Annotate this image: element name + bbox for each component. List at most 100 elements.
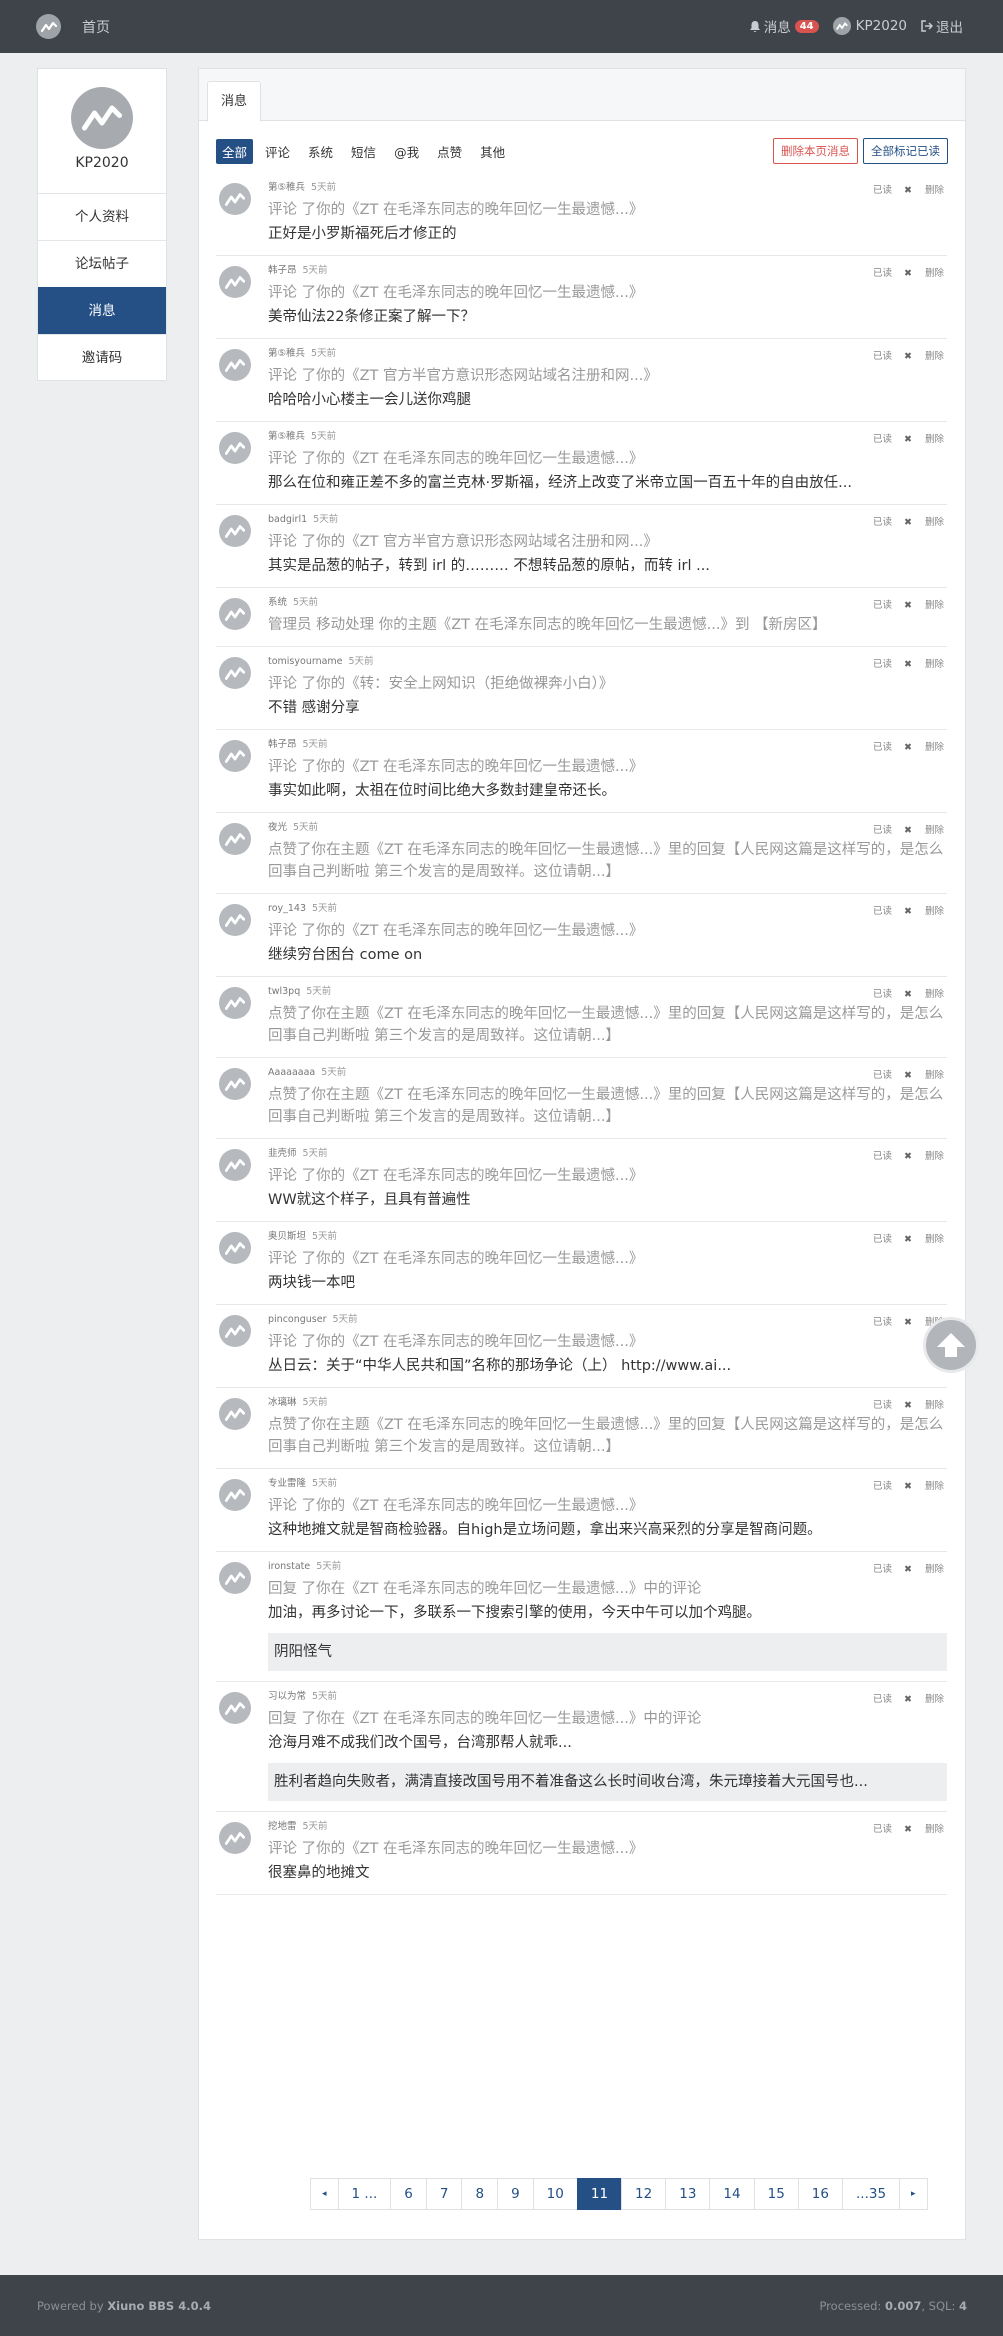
message-subject[interactable]: 回复 了你在《ZT 在毛泽东同志的晚年回忆一生最遗憾...》中的评论 xyxy=(268,1708,947,1730)
message-avatar[interactable] xyxy=(219,515,251,547)
message-subject[interactable]: 点赞了你在主题《ZT 在毛泽东同志的晚年回忆一生最遗憾...》里的回复【人民网这… xyxy=(268,839,947,883)
message-username[interactable]: 韩子昂 xyxy=(268,739,297,750)
page-link[interactable]: 10 xyxy=(532,2178,578,2210)
mark-read-button[interactable]: 已读 xyxy=(873,185,892,196)
message-subject[interactable]: 点赞了你在主题《ZT 在毛泽东同志的晚年回忆一生最遗憾...》里的回复【人民网这… xyxy=(268,1003,947,1047)
message-row[interactable]: twl3pq 5天前 已读 ✖ 删除 点赞了你在主题《ZT 在毛泽东同志的晚年回忆一生最遗… xyxy=(216,977,947,1058)
mark-read-button[interactable]: 已读 xyxy=(873,989,892,1000)
message-username[interactable]: 夜光 xyxy=(268,822,287,833)
page-link[interactable]: 1 ... xyxy=(337,2178,392,2210)
message-username[interactable]: Aaaaaaaa xyxy=(268,1067,315,1078)
page-link[interactable]: 15 xyxy=(753,2178,799,2210)
message-row[interactable]: 系统 5天前 已读 ✖ 删除 管理员 移动处理 你的主题《ZT 在毛泽东同志的晚年回忆一生… xyxy=(216,588,947,647)
mark-read-button[interactable]: 已读 xyxy=(873,1564,892,1575)
mark-read-button[interactable]: 已读 xyxy=(873,268,892,279)
message-row[interactable]: pinconguser5天前已读✖删除评论 了你的《ZT 在毛泽东同志的晚年回忆… xyxy=(216,1305,947,1388)
delete-message-button[interactable]: ✖ 删除 xyxy=(904,742,944,753)
mark-read-button[interactable]: 已读 xyxy=(873,825,892,836)
mark-read-button[interactable]: 已读 xyxy=(873,351,892,362)
message-username[interactable]: 第⑤稚兵 xyxy=(268,348,305,359)
page-link[interactable]: 12 xyxy=(621,2178,667,2210)
message-subject[interactable]: 评论 了你的《ZT 官方半官方意识形态网站域名注册和网...》 xyxy=(268,365,947,387)
page-link[interactable]: 6 xyxy=(390,2178,427,2210)
message-subject[interactable]: 评论 了你的《ZT 在毛泽东同志的晚年回忆一生最遗憾...》 xyxy=(268,920,947,942)
page-link[interactable]: 14 xyxy=(709,2178,755,2210)
message-username[interactable]: 奥贝斯坦 xyxy=(268,1231,306,1242)
message-row[interactable]: Aaaaaaaa 5天前 已读 ✖ 删除 点赞了你在主题《ZT 在毛泽东同志的晚年回忆一生… xyxy=(216,1058,947,1139)
mark-read-button[interactable]: 已读 xyxy=(873,1400,892,1411)
message-row[interactable]: 夜光 5天前 已读 ✖ 删除 点赞了你在主题《ZT 在毛泽东同志的晚年回忆一生最遗憾...… xyxy=(216,813,947,894)
mark-read-button[interactable]: 已读 xyxy=(873,1481,892,1492)
delete-message-button[interactable]: ✖ 删除 xyxy=(904,825,944,836)
message-subject[interactable]: 评论 了你的《ZT 官方半官方意识形态网站域名注册和网...》 xyxy=(268,531,947,553)
message-row[interactable]: 第⑤稚兵 5天前 已读 ✖ 删除 评论 了你的《ZT 官方半官方意识形态网站域名注册和网.… xyxy=(216,339,947,422)
next-page-icon[interactable]: ▸ xyxy=(899,2178,928,2210)
message-username[interactable]: 挖地雷 xyxy=(268,1821,297,1832)
message-row[interactable]: 奥贝斯坦 5天前 已读 ✖ 删除 评论 了你的《ZT 在毛泽东同志的晚年回忆一生最遗憾..… xyxy=(216,1222,947,1305)
delete-message-button[interactable]: ✖ 删除 xyxy=(904,185,944,196)
message-subject[interactable]: 评论 了你的《ZT 在毛泽东同志的晚年回忆一生最遗憾...》 xyxy=(268,1248,947,1270)
message-subject[interactable]: 点赞了你在主题《ZT 在毛泽东同志的晚年回忆一生最遗憾...》里的回复【人民网这… xyxy=(268,1084,947,1128)
page-link[interactable]: 11 xyxy=(576,2178,623,2210)
delete-message-button[interactable]: ✖ 删除 xyxy=(904,517,944,528)
mark-read-button[interactable]: 已读 xyxy=(873,742,892,753)
message-row[interactable]: 冰璃琳 5天前 已读 ✖ 删除 点赞了你在主题《ZT 在毛泽东同志的晚年回忆一生最遗憾..… xyxy=(216,1388,947,1469)
page-link[interactable]: 16 xyxy=(797,2178,843,2210)
message-username[interactable]: 习以为常 xyxy=(268,1691,306,1702)
message-avatar[interactable] xyxy=(219,432,251,464)
mark-read-button[interactable]: 已读 xyxy=(873,659,892,670)
message-row[interactable]: 专业雷隆 5天前 已读 ✖ 删除 评论 了你的《ZT 在毛泽东同志的晚年回忆一生最遗憾..… xyxy=(216,1469,947,1552)
message-subject[interactable]: 评论 了你的《转：安全上网知识（拒绝做裸奔小白）》 xyxy=(268,673,947,695)
page-link[interactable]: 9 xyxy=(497,2178,534,2210)
delete-message-button[interactable]: ✖ 删除 xyxy=(904,1824,944,1835)
message-row[interactable]: roy_143 5天前 已读 ✖ 删除 评论 了你的《ZT 在毛泽东同志的晚年回忆一生最遗… xyxy=(216,894,947,977)
delete-message-button[interactable]: ✖ 删除 xyxy=(904,1400,944,1411)
delete-message-button[interactable]: ✖ 删除 xyxy=(904,351,944,362)
filter-comment[interactable]: 评论 xyxy=(259,139,296,164)
message-username[interactable]: 韭壳师 xyxy=(268,1148,297,1159)
message-avatar[interactable] xyxy=(219,183,251,215)
message-avatar[interactable] xyxy=(219,1068,251,1100)
message-username[interactable]: 第⑤稚兵 xyxy=(268,431,305,442)
message-username[interactable]: 系统 xyxy=(268,597,287,608)
message-row[interactable]: 韩子昂 5天前 已读 ✖ 删除 评论 了你的《ZT 在毛泽东同志的晚年回忆一生最遗憾...… xyxy=(216,256,947,339)
message-avatar[interactable] xyxy=(219,823,251,855)
filter-all[interactable]: 全部 xyxy=(216,139,254,164)
message-username[interactable]: 冰璃琳 xyxy=(268,1397,297,1408)
nav-user-link[interactable]: KP2020 xyxy=(832,17,907,35)
tab-messages[interactable]: 消息 xyxy=(207,81,262,122)
message-subject[interactable]: 评论 了你的《ZT 在毛泽东同志的晚年回忆一生最遗憾...》 xyxy=(268,1495,947,1517)
filter-like[interactable]: 点赞 xyxy=(431,139,468,164)
message-row[interactable]: 习以为常 5天前 已读 ✖ 删除 回复 了你在《ZT 在毛泽东同志的晚年回忆一生最遗憾..… xyxy=(216,1682,947,1812)
message-subject[interactable]: 管理员 移动处理 你的主题《ZT 在毛泽东同志的晚年回忆一生最遗憾...》到 【… xyxy=(268,614,947,636)
message-subject[interactable]: 评论 了你的《ZT 在毛泽东同志的晚年回忆一生最遗憾...》 xyxy=(268,1165,947,1187)
delete-message-button[interactable]: ✖ 删除 xyxy=(904,1564,944,1575)
message-avatar[interactable] xyxy=(219,1149,251,1181)
nav-messages-link[interactable]: 消息 44 xyxy=(749,16,819,36)
delete-message-button[interactable]: ✖ 删除 xyxy=(904,989,944,1000)
message-avatar[interactable] xyxy=(219,657,251,689)
delete-message-button[interactable]: ✖ 删除 xyxy=(904,1234,944,1245)
message-row[interactable]: 挖地雷 5天前 已读 ✖ 删除 评论 了你的《ZT 在毛泽东同志的晚年回忆一生最遗憾...… xyxy=(216,1812,947,1895)
message-row[interactable]: 韭壳师 5天前 已读 ✖ 删除 评论 了你的《ZT 在毛泽东同志的晚年回忆一生最遗憾...… xyxy=(216,1139,947,1222)
mark-read-button[interactable]: 已读 xyxy=(873,600,892,611)
message-row[interactable]: 第⑤稚兵 5天前 已读 ✖ 删除 评论 了你的《ZT 在毛泽东同志的晚年回忆一生最遗憾..… xyxy=(216,422,947,505)
delete-page-messages-button[interactable]: 删除本页消息 xyxy=(773,138,858,164)
message-avatar[interactable] xyxy=(219,1822,251,1854)
filter-mention[interactable]: @我 xyxy=(388,139,425,164)
delete-message-button[interactable]: ✖ 删除 xyxy=(904,1070,944,1081)
prev-page-icon[interactable]: ◂ xyxy=(310,2178,339,2210)
sidebar-item-profile[interactable]: 个人资料 xyxy=(38,193,166,240)
nav-home-link[interactable]: 首页 xyxy=(82,17,110,37)
delete-message-button[interactable]: ✖ 删除 xyxy=(904,1151,944,1162)
filter-sms[interactable]: 短信 xyxy=(345,139,382,164)
page-link[interactable]: ...35 xyxy=(841,2178,901,2210)
nav-logout-link[interactable]: 退出 xyxy=(921,16,963,36)
sidebar-item-messages[interactable]: 消息 xyxy=(38,287,166,334)
sidebar-item-posts[interactable]: 论坛帖子 xyxy=(38,240,166,287)
mark-read-button[interactable]: 已读 xyxy=(873,1070,892,1081)
message-subject[interactable]: 评论 了你的《ZT 在毛泽东同志的晚年回忆一生最遗憾...》 xyxy=(268,756,947,778)
delete-message-button[interactable]: ✖ 删除 xyxy=(904,1481,944,1492)
message-avatar[interactable] xyxy=(219,904,251,936)
message-subject[interactable]: 回复 了你在《ZT 在毛泽东同志的晚年回忆一生最遗憾...》中的评论 xyxy=(268,1578,947,1600)
